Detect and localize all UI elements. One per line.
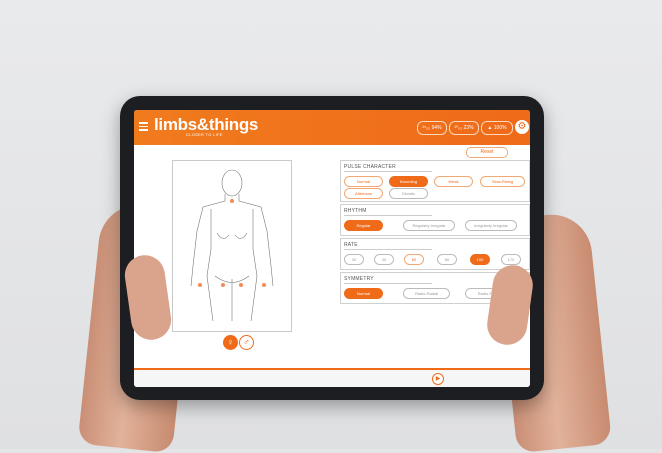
option-weak[interactable]: Weak (434, 176, 473, 187)
option-rate-170[interactable]: 170 (501, 254, 521, 265)
male-gender-button[interactable]: ♂ (239, 335, 254, 350)
section-title: SYMMETRY (344, 276, 374, 282)
body-outline-illustration (190, 169, 274, 322)
option-normal-symmetry[interactable]: Normal (344, 288, 383, 299)
playback-bar (134, 370, 530, 387)
radial-pulse-point-right (262, 283, 266, 287)
option-rate-60[interactable]: 60 (404, 254, 424, 265)
carotid-pulse-point (230, 199, 234, 203)
lungs-stat-badge[interactable]: ▲ 100% (481, 121, 513, 135)
option-regularly-irregular[interactable]: Regularly Irregular (403, 220, 455, 231)
option-rate-100[interactable]: 100 (470, 254, 490, 265)
option-irregularly-irregular[interactable]: Irregularly Irregular (465, 220, 517, 231)
rate-section: RATE 30 40 60 80 100 170 (340, 238, 530, 270)
divider (344, 283, 432, 284)
femoral-pulse-point-left (221, 283, 225, 287)
option-rate-30[interactable]: 30 (344, 254, 364, 265)
option-radio-radial[interactable]: Radio-Radial (403, 288, 450, 299)
section-title: RHYTHM (344, 208, 367, 214)
option-normal[interactable]: Normal (344, 176, 383, 187)
reset-button[interactable]: Reset (466, 147, 508, 158)
app-header: limbs&things CLOSER TO LIFE ²⁵₀₂ 94% ²⁰₀… (134, 110, 530, 145)
option-alternans[interactable]: Alternans (344, 188, 383, 199)
pulse-character-section: PULSE CHARACTER Normal Bounding Weak Slo… (340, 160, 530, 202)
co2-stat-badge[interactable]: ²⁰₀₂ 23% (449, 121, 479, 135)
brand-tagline: CLOSER TO LIFE (186, 132, 223, 137)
femoral-pulse-point-right (239, 283, 243, 287)
settings-gear-icon[interactable]: ⚙ (515, 120, 529, 134)
section-title: PULSE CHARACTER (344, 164, 396, 170)
option-slow-rising[interactable]: Slow-Rising (480, 176, 525, 187)
hamburger-menu-icon[interactable] (139, 122, 148, 131)
lungs-icon: ▲ (487, 125, 493, 131)
divider (344, 249, 432, 250)
body-figure-panel (172, 160, 292, 332)
option-dicrotic[interactable]: Dicrotic (389, 188, 428, 199)
lungs-stat-value: 100% (493, 125, 507, 131)
radial-pulse-point-left (198, 283, 202, 287)
divider (344, 215, 432, 216)
tablet-screen: limbs&things CLOSER TO LIFE ²⁵₀₂ 94% ²⁰₀… (134, 110, 530, 387)
oxygen-stat-badge[interactable]: ²⁵₀₂ 94% (417, 121, 447, 135)
female-gender-button[interactable]: ♀ (223, 335, 238, 350)
divider (344, 171, 432, 172)
play-button-icon[interactable]: ▶ (432, 373, 444, 385)
option-regular[interactable]: Regular (344, 220, 383, 231)
rhythm-section: RHYTHM Regular Regularly Irregular Irreg… (340, 204, 530, 236)
section-title: RATE (344, 242, 358, 248)
option-rate-40[interactable]: 40 (374, 254, 394, 265)
option-rate-80[interactable]: 80 (437, 254, 457, 265)
option-bounding[interactable]: Bounding (389, 176, 428, 187)
